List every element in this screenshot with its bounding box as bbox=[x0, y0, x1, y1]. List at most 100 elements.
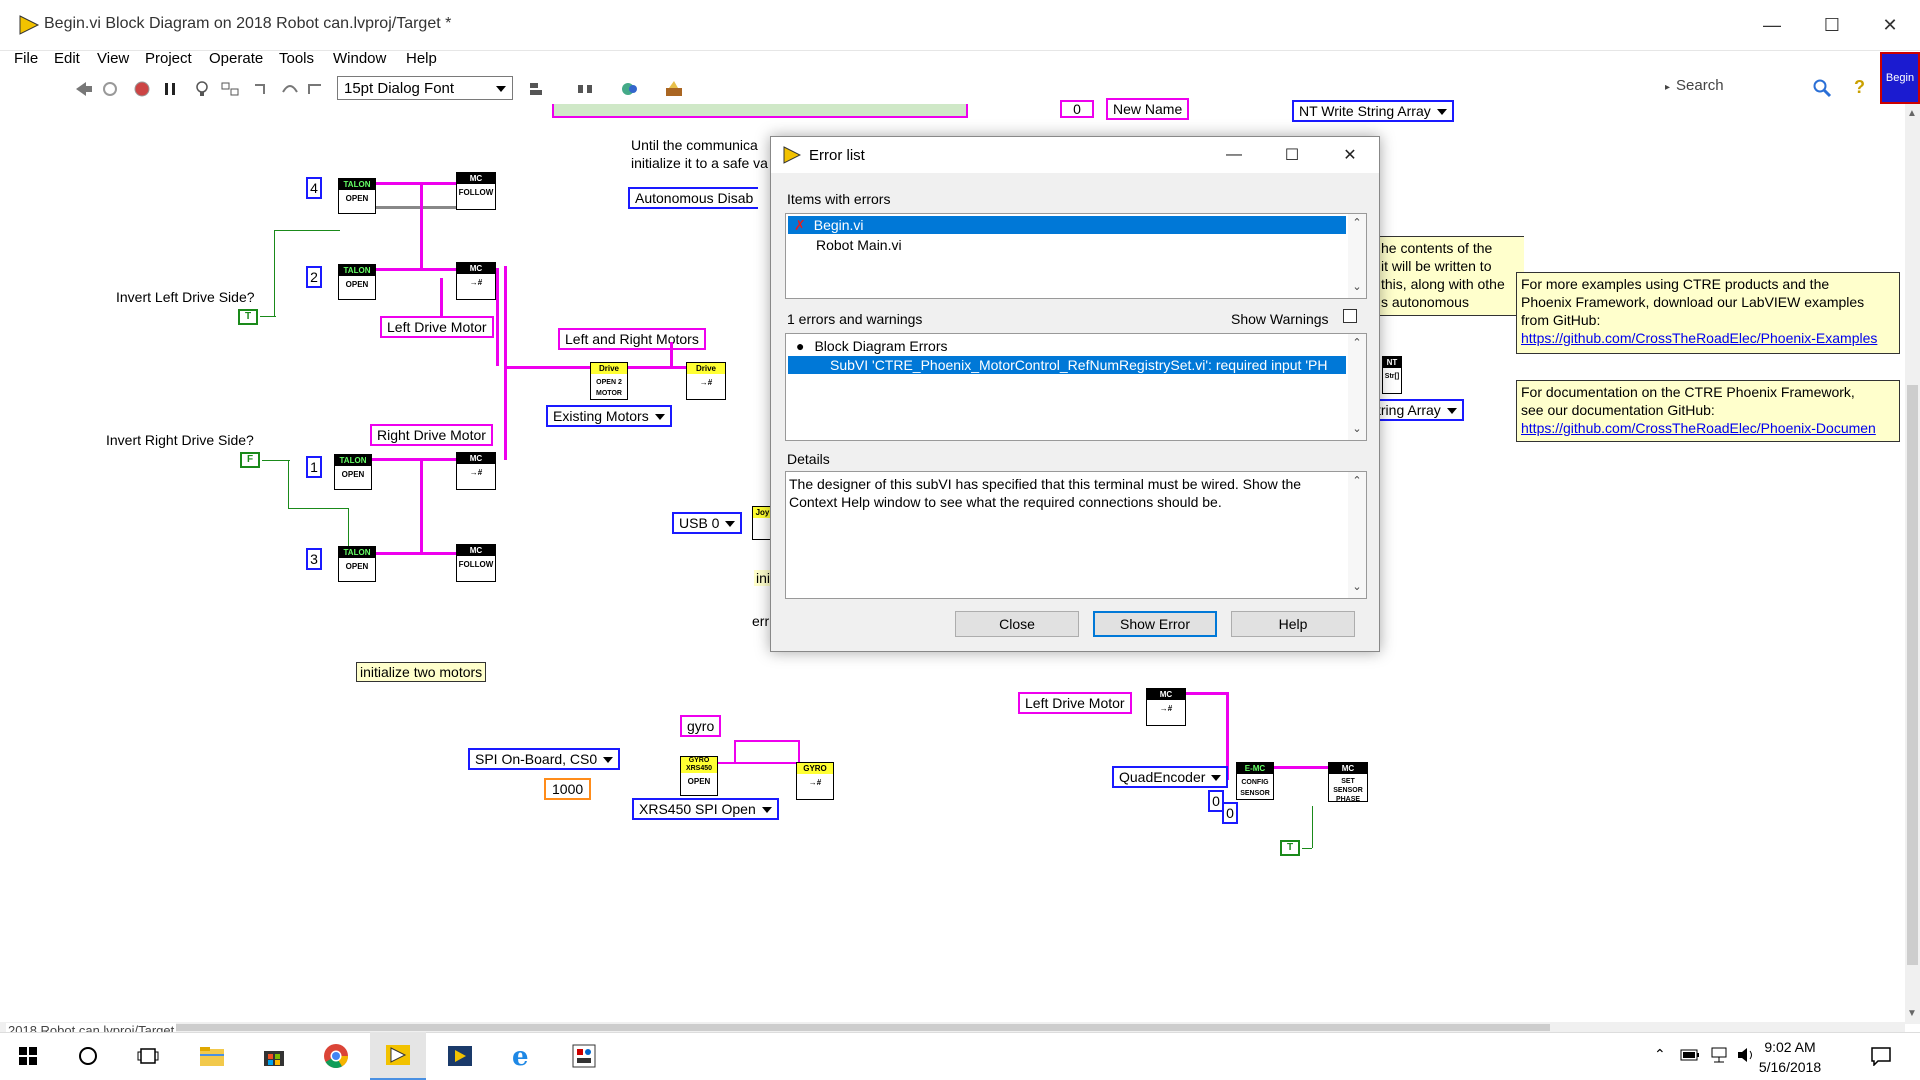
taskbar-frc-dashboard[interactable] bbox=[556, 1032, 612, 1080]
talon-open-vi-1[interactable]: TALON OPEN bbox=[338, 178, 376, 214]
chevron-up-icon[interactable]: ⌃ bbox=[1352, 338, 1362, 349]
mc-set-vi-left[interactable]: MC →# bbox=[456, 262, 496, 300]
mc-set-vi-right[interactable]: MC →# bbox=[456, 452, 496, 490]
network-icon[interactable] bbox=[1708, 1046, 1730, 1064]
chevron-up-icon[interactable]: ⌃ bbox=[1352, 218, 1362, 229]
search-box[interactable]: ▸ Search bbox=[1665, 77, 1815, 101]
list-item[interactable]: ● Block Diagram Errors bbox=[788, 337, 1346, 355]
xrs450-spi-open-enum[interactable]: XRS450 SPI Open bbox=[632, 798, 779, 820]
run-continuously-icon[interactable] bbox=[100, 80, 120, 98]
drive-set-vi[interactable]: Drive →# bbox=[686, 362, 726, 400]
menu-project[interactable]: Project bbox=[145, 50, 192, 67]
nt-string-array-vi-partial[interactable]: NT Str[] bbox=[1382, 356, 1402, 394]
joystick-open-vi-partial[interactable]: Joy bbox=[752, 506, 772, 540]
gyro-xrs450-open-vi[interactable]: GYRO XRS450 OPEN bbox=[680, 756, 718, 796]
phoenix-examples-link[interactable]: https://github.com/CrossTheRoadElec/Phoe… bbox=[1521, 330, 1877, 346]
spi-onboard-cs0-selector[interactable]: SPI On-Board, CS0 bbox=[468, 748, 621, 770]
chevron-down-icon[interactable]: ⌄ bbox=[1352, 582, 1362, 593]
quadencoder-enum[interactable]: QuadEncoder bbox=[1112, 766, 1229, 788]
step-out-icon[interactable] bbox=[306, 80, 326, 98]
menu-help[interactable]: Help bbox=[406, 50, 437, 67]
taskbar-clock[interactable]: 9:02 AM 5/16/2018 bbox=[1750, 1037, 1830, 1077]
list-item[interactable]: SubVI 'CTRE_Phoenix_MotorControl_RefNumR… bbox=[788, 356, 1346, 374]
chevron-down-icon[interactable]: ⌄ bbox=[1352, 424, 1362, 435]
abort-icon[interactable] bbox=[132, 80, 152, 98]
device-id-3[interactable]: 3 bbox=[306, 548, 322, 570]
emc-config-sensor-vi[interactable]: E-MC CONFIG SENSOR bbox=[1236, 762, 1274, 800]
cortana-button[interactable] bbox=[60, 1032, 116, 1080]
items-with-errors-list[interactable]: ✗ Begin.vi Robot Main.vi ⌃ ⌄ bbox=[785, 213, 1367, 299]
mc-follow-vi-2[interactable]: MC FOLLOW bbox=[456, 544, 496, 582]
invert-left-boolean[interactable]: T bbox=[238, 309, 258, 325]
battery-icon[interactable] bbox=[1680, 1048, 1700, 1062]
taskbar-store[interactable] bbox=[246, 1032, 302, 1080]
timeout-0[interactable]: 0 bbox=[1222, 802, 1238, 824]
menu-tools[interactable]: Tools bbox=[279, 50, 314, 67]
dialog-maximize-button[interactable]: ☐ bbox=[1267, 141, 1317, 169]
menu-file[interactable]: File bbox=[14, 50, 38, 67]
mc-follow-vi-1[interactable]: MC FOLLOW bbox=[456, 172, 496, 210]
show-warnings-checkbox[interactable] bbox=[1343, 309, 1357, 323]
gyro-set-vi[interactable]: GYRO →# bbox=[796, 762, 834, 800]
taskbar-labview-project[interactable] bbox=[432, 1032, 488, 1080]
dialog-minimize-button[interactable]: — bbox=[1209, 141, 1259, 169]
cleanup-diagram-icon[interactable] bbox=[664, 80, 684, 98]
maximize-button[interactable]: ☐ bbox=[1804, 0, 1860, 51]
list-item[interactable]: Robot Main.vi bbox=[788, 236, 1346, 254]
mc-set-sensor-phase-vi[interactable]: MC SET SENSOR PHASE bbox=[1328, 762, 1368, 803]
search-icon[interactable] bbox=[1812, 78, 1832, 98]
sensor-phase-boolean[interactable]: T bbox=[1280, 840, 1300, 856]
align-objects-icon[interactable] bbox=[528, 80, 548, 98]
font-select[interactable]: 15pt Dialog Font bbox=[337, 76, 513, 100]
highlight-execution-icon[interactable] bbox=[192, 80, 212, 98]
close-dialog-button[interactable]: Close bbox=[955, 611, 1079, 637]
pause-icon[interactable] bbox=[160, 80, 180, 98]
context-help-button[interactable]: ? bbox=[1854, 77, 1865, 98]
usb0-selector[interactable]: USB 0 bbox=[672, 512, 743, 534]
reorder-icon[interactable] bbox=[620, 80, 640, 98]
action-center-icon[interactable] bbox=[1870, 1046, 1892, 1066]
step-over-icon[interactable] bbox=[280, 80, 300, 98]
task-view-button[interactable] bbox=[120, 1032, 176, 1080]
existing-motors-enum[interactable]: Existing Motors bbox=[546, 405, 672, 427]
menu-operate[interactable]: Operate bbox=[209, 50, 263, 67]
horizontal-scroll-thumb[interactable] bbox=[10, 1024, 1550, 1031]
details-box[interactable]: The designer of this subVI has specified… bbox=[785, 471, 1367, 599]
write-string-array-selector[interactable]: tring Array bbox=[1372, 399, 1464, 421]
talon-open-vi-2[interactable]: TALON OPEN bbox=[338, 264, 376, 300]
menu-view[interactable]: View bbox=[97, 50, 129, 67]
invert-right-boolean[interactable]: F bbox=[240, 452, 260, 468]
talon-open-vi-3[interactable]: TALON OPEN bbox=[334, 454, 372, 490]
dialog-close-button[interactable]: ✕ bbox=[1325, 141, 1375, 169]
timeout-1000[interactable]: 1000 bbox=[544, 778, 592, 800]
show-error-button[interactable]: Show Error bbox=[1093, 611, 1217, 637]
details-scrollbar[interactable]: ⌃ ⌄ bbox=[1348, 472, 1366, 598]
drive-open-2motor-vi[interactable]: Drive OPEN 2 MOTOR bbox=[590, 362, 628, 400]
minimize-button[interactable]: — bbox=[1744, 0, 1800, 51]
device-id-1[interactable]: 1 bbox=[306, 456, 322, 478]
menu-edit[interactable]: Edit bbox=[54, 50, 80, 67]
talon-open-vi-4[interactable]: TALON OPEN bbox=[338, 546, 376, 582]
vertical-scroll-thumb[interactable] bbox=[1907, 385, 1918, 965]
chevron-up-icon[interactable]: ⌃ bbox=[1352, 476, 1362, 487]
menu-window[interactable]: Window bbox=[333, 50, 386, 67]
retain-wire-values-icon[interactable] bbox=[220, 80, 240, 98]
help-button[interactable]: Help bbox=[1231, 611, 1355, 637]
run-arrow-icon[interactable] bbox=[74, 80, 94, 98]
close-button[interactable]: ✕ bbox=[1862, 0, 1918, 51]
step-into-icon[interactable] bbox=[252, 80, 272, 98]
taskbar-internet-explorer[interactable]: e bbox=[494, 1032, 550, 1080]
taskbar-chrome[interactable] bbox=[308, 1032, 364, 1080]
taskbar-file-explorer[interactable] bbox=[184, 1032, 240, 1080]
mc-set-vi-encoder[interactable]: MC →# bbox=[1146, 688, 1186, 726]
phoenix-documentation-link[interactable]: https://github.com/CrossTheRoadElec/Phoe… bbox=[1521, 420, 1876, 436]
items-scrollbar[interactable]: ⌃ ⌄ bbox=[1348, 214, 1366, 298]
nt-write-string-array-selector[interactable]: NT Write String Array bbox=[1292, 100, 1454, 122]
device-id-4[interactable]: 4 bbox=[306, 177, 322, 199]
start-button[interactable] bbox=[0, 1032, 56, 1080]
distribute-objects-icon[interactable] bbox=[576, 80, 596, 98]
errors-list[interactable]: ● Block Diagram Errors SubVI 'CTRE_Phoeni… bbox=[785, 333, 1367, 441]
autonomous-disabled-enum[interactable]: Autonomous Disab bbox=[628, 187, 759, 209]
device-id-2[interactable]: 2 bbox=[306, 266, 322, 288]
scroll-down-icon[interactable]: ▼ bbox=[1907, 1008, 1917, 1019]
